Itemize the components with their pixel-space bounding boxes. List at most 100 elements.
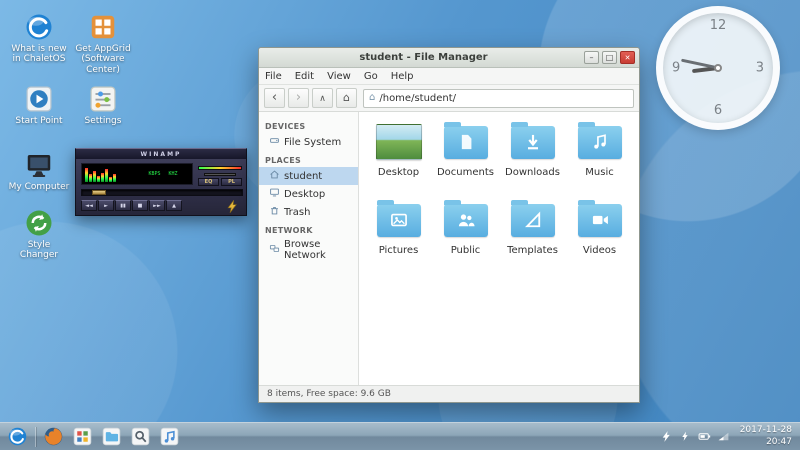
- appgrid-icon: [88, 12, 118, 42]
- folder-pictures[interactable]: Pictures: [365, 198, 432, 270]
- back-button[interactable]: [264, 88, 285, 108]
- folder-icon: [377, 204, 421, 237]
- folder-videos[interactable]: Videos: [566, 198, 633, 270]
- desktop-icon-label: Get AppGrid (Software Center): [72, 44, 134, 75]
- sidebar-item-label: Desktop: [284, 189, 325, 200]
- desktop: What is new in ChaletOSGet AppGrid (Soft…: [0, 0, 800, 450]
- folder-label: Documents: [432, 167, 499, 178]
- home-button[interactable]: [336, 88, 357, 108]
- sidebar-item-label: student: [284, 171, 322, 182]
- desktop-icon-what-is-new-in-chaletos[interactable]: What is new in ChaletOS: [8, 12, 70, 65]
- next-button[interactable]: [149, 200, 165, 211]
- bitrate-label: KBPS: [148, 171, 160, 177]
- menu-file[interactable]: File: [265, 71, 282, 82]
- menu-view[interactable]: View: [327, 71, 351, 82]
- tray-clock[interactable]: 2017-11-28 20:47: [736, 425, 792, 448]
- seek-handle[interactable]: [92, 190, 106, 195]
- window-titlebar[interactable]: student - File Manager: [259, 48, 639, 68]
- desktop-icon-style-changer[interactable]: Style Changer: [8, 208, 70, 261]
- status-bar: 8 items, Free space: 9.6 GB: [259, 385, 639, 402]
- sidebar-item-trash[interactable]: Trash: [259, 203, 358, 221]
- pause-button[interactable]: [115, 200, 131, 211]
- folder-label: Desktop: [365, 167, 432, 178]
- appgrid-icon[interactable]: [71, 425, 94, 448]
- network-signal-icon[interactable]: [717, 430, 730, 443]
- power-manager-icon[interactable]: [660, 430, 673, 443]
- up-button[interactable]: [312, 88, 333, 108]
- menu-help[interactable]: Help: [391, 71, 414, 82]
- location-icon: ⌂: [369, 93, 375, 103]
- close-button[interactable]: [620, 51, 635, 64]
- desktop-wallpaper-thumbnail-icon: [376, 124, 422, 160]
- folder-icon: [444, 126, 488, 159]
- sidebar-item-label: Browse Network: [284, 239, 354, 261]
- play-button[interactable]: [98, 200, 114, 211]
- desktop-icon-label: What is new in ChaletOS: [8, 44, 70, 65]
- folder-downloads[interactable]: Downloads: [499, 120, 566, 192]
- sidebar-item-file-system[interactable]: File System: [259, 133, 358, 151]
- folder-music[interactable]: Music: [566, 120, 633, 192]
- sidebar-item-browse-network[interactable]: Browse Network: [259, 237, 358, 263]
- clock-widget: 12 3 6 9: [656, 6, 780, 130]
- sidebar-section-devices: DEVICES: [259, 117, 358, 133]
- home-icon: [269, 169, 280, 183]
- chaletos-info-icon: [24, 12, 54, 42]
- desktop-icon-my-computer[interactable]: My Computer: [8, 150, 70, 192]
- winamp-titlebar[interactable]: WINAMP: [76, 149, 246, 159]
- folder-desktop[interactable]: Desktop: [365, 120, 432, 192]
- settings-icon: [88, 84, 118, 114]
- chaletos-menu-icon[interactable]: [6, 425, 29, 448]
- folder-label: Public: [432, 245, 499, 256]
- folder-documents[interactable]: Documents: [432, 120, 499, 192]
- trash-icon: [269, 205, 280, 219]
- winamp-lightning-logo: [225, 199, 240, 214]
- folder-label: Music: [566, 167, 633, 178]
- status-text: 8 items, Free space: 9.6 GB: [267, 389, 391, 399]
- firefox-icon[interactable]: [42, 425, 65, 448]
- search-icon[interactable]: [129, 425, 152, 448]
- minimize-button[interactable]: [584, 51, 599, 64]
- folder-icon: [578, 204, 622, 237]
- forward-button[interactable]: [288, 88, 309, 108]
- system-tray: 2017-11-28 20:47: [660, 425, 794, 448]
- desktop-icon-settings[interactable]: Settings: [72, 84, 134, 126]
- maximize-button[interactable]: [602, 51, 617, 64]
- file-manager-icon[interactable]: [100, 425, 123, 448]
- address-bar[interactable]: ⌂ /home/student/: [363, 89, 634, 108]
- eq-button[interactable]: EQ: [198, 178, 219, 186]
- sidebar-item-student[interactable]: student: [259, 167, 358, 185]
- taskbar: 2017-11-28 20:47: [0, 422, 800, 450]
- previous-button[interactable]: [81, 200, 97, 211]
- winamp-window[interactable]: WINAMP KBPS KHZ EQ PL: [75, 148, 247, 216]
- seek-bar[interactable]: [81, 189, 243, 196]
- balance-slider[interactable]: [204, 173, 236, 176]
- folder-public[interactable]: Public: [432, 198, 499, 270]
- sidebar-item-label: File System: [284, 137, 341, 148]
- menu-bar: File Edit View Go Help: [259, 68, 639, 85]
- desktop-icon-label: Style Changer: [8, 240, 70, 261]
- menu-edit[interactable]: Edit: [295, 71, 314, 82]
- spectrum-analyzer: [82, 164, 134, 184]
- clock-number-3: 3: [756, 61, 764, 76]
- volume-slider[interactable]: [198, 166, 242, 170]
- winamp-title: WINAMP: [141, 151, 182, 158]
- address-text: /home/student/: [379, 93, 456, 104]
- frequency-label: KHZ: [169, 171, 178, 177]
- battery-icon[interactable]: [698, 430, 711, 443]
- playlist-button[interactable]: PL: [221, 178, 242, 186]
- stop-button[interactable]: [132, 200, 148, 211]
- eject-button[interactable]: [166, 200, 182, 211]
- start-point-icon: [24, 84, 54, 114]
- sidebar-section-places: PLACES: [259, 151, 358, 167]
- battery-charging-icon[interactable]: [679, 430, 692, 443]
- music-player-icon[interactable]: [158, 425, 181, 448]
- desktop-icon-start-point[interactable]: Start Point: [8, 84, 70, 126]
- style-changer-icon: [24, 208, 54, 238]
- sidebar-item-desktop[interactable]: Desktop: [259, 185, 358, 203]
- clock-center: [714, 64, 722, 72]
- folder-label: Templates: [499, 245, 566, 256]
- desktop-icon-get-appgrid-software-center[interactable]: Get AppGrid (Software Center): [72, 12, 134, 75]
- toolbar: ⌂ /home/student/: [259, 85, 639, 112]
- menu-go[interactable]: Go: [364, 71, 378, 82]
- folder-templates[interactable]: Templates: [499, 198, 566, 270]
